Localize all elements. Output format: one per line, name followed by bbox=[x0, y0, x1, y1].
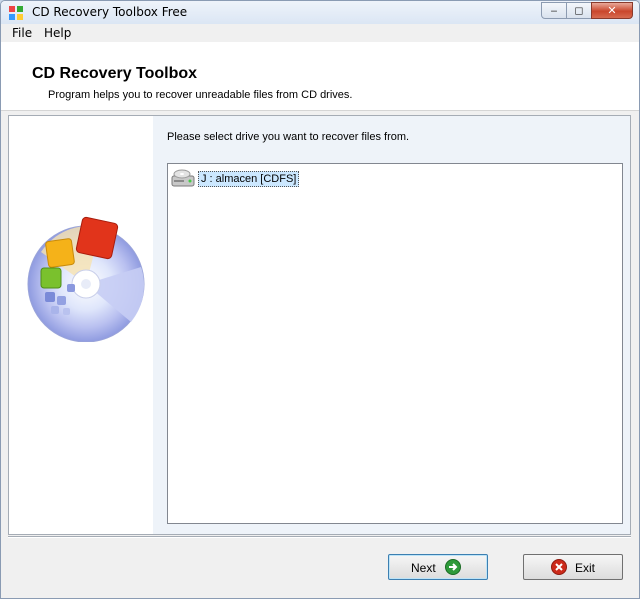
cd-logo-icon bbox=[27, 216, 145, 342]
maximize-button[interactable]: ◻ bbox=[566, 2, 592, 19]
minimize-button[interactable]: ‒ bbox=[541, 2, 567, 19]
app-icon bbox=[9, 6, 23, 20]
app-window: CD Recovery Toolbox Free ‒ ◻ ✕ File Help… bbox=[0, 0, 640, 599]
page-subtitle: Program helps you to recover unreadable … bbox=[48, 89, 353, 101]
maximize-icon: ◻ bbox=[574, 4, 584, 17]
close-button[interactable]: ✕ bbox=[591, 2, 633, 19]
close-circle-icon bbox=[551, 559, 567, 575]
minimize-icon: ‒ bbox=[550, 4, 558, 17]
menu-help[interactable]: Help bbox=[44, 26, 71, 40]
page-title: CD Recovery Toolbox bbox=[32, 65, 198, 82]
menu-file[interactable]: File bbox=[12, 26, 32, 40]
next-label: Next bbox=[411, 561, 436, 575]
exit-button[interactable]: Exit bbox=[523, 554, 623, 580]
drive-prompt: Please select drive you want to recover … bbox=[167, 131, 410, 143]
title-bar[interactable]: CD Recovery Toolbox Free ‒ ◻ ✕ bbox=[1, 1, 639, 25]
next-button[interactable]: Next bbox=[388, 554, 488, 580]
footer-divider bbox=[8, 536, 631, 538]
cd-drive-icon bbox=[171, 169, 195, 187]
menu-bar: File Help bbox=[1, 24, 639, 42]
left-panel bbox=[9, 116, 153, 534]
drive-list[interactable]: J : almacen [CDFS] bbox=[167, 163, 623, 524]
close-icon: ✕ bbox=[607, 4, 617, 17]
caption-buttons: ‒ ◻ ✕ bbox=[541, 2, 633, 20]
exit-label: Exit bbox=[575, 561, 596, 575]
right-panel: Please select drive you want to recover … bbox=[153, 116, 630, 534]
header-banner: CD Recovery Toolbox Program helps you to… bbox=[1, 42, 639, 111]
main-content: Please select drive you want to recover … bbox=[8, 115, 631, 535]
window-title: CD Recovery Toolbox Free bbox=[32, 5, 188, 19]
drive-label[interactable]: J : almacen [CDFS] bbox=[198, 171, 300, 187]
arrow-right-icon bbox=[445, 559, 461, 575]
